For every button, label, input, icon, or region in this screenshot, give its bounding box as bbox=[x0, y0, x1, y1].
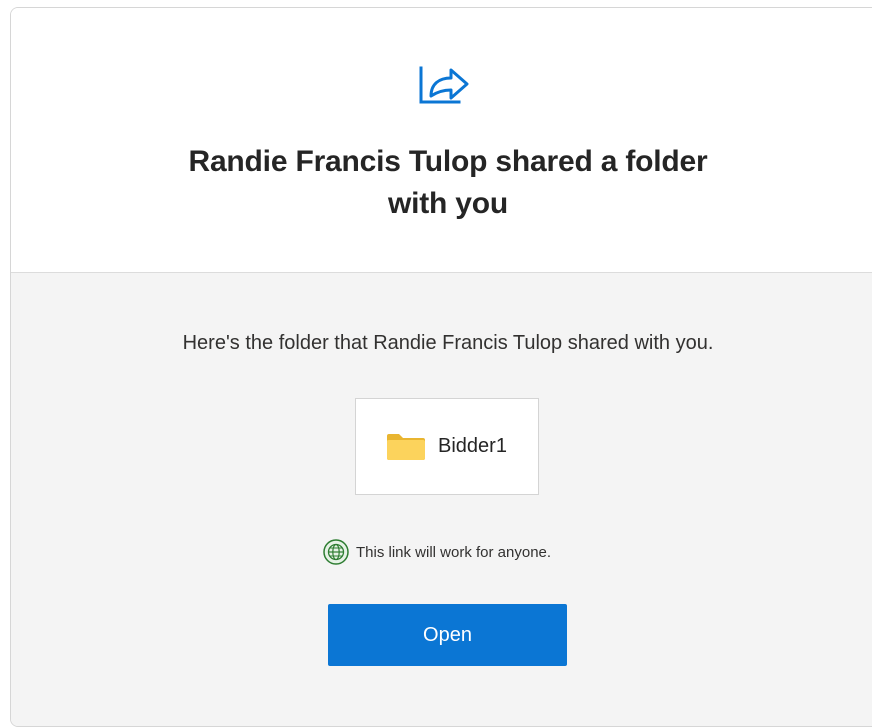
title-line-1: Randie Francis Tulop shared a folder bbox=[188, 145, 708, 178]
share-icon bbox=[419, 66, 469, 104]
share-notification-card: Randie Francis Tulop shared a folder wit… bbox=[10, 7, 872, 727]
folder-tile[interactable]: Bidder1 bbox=[355, 398, 539, 495]
folder-name: Bidder1 bbox=[438, 435, 507, 457]
card-header: Randie Francis Tulop shared a folder wit… bbox=[11, 8, 872, 273]
link-note-text: This link will work for anyone. bbox=[356, 543, 552, 561]
open-button[interactable]: Open bbox=[328, 604, 567, 666]
folder-icon bbox=[387, 433, 425, 460]
page-title: Randie Francis Tulop shared a folder wit… bbox=[11, 141, 872, 225]
share-message: Here's the folder that Randie Francis Tu… bbox=[182, 332, 714, 354]
card-body: Here's the folder that Randie Francis Tu… bbox=[11, 273, 872, 726]
title-line-2: with you bbox=[387, 187, 509, 220]
link-permission-note: This link will work for anyone. bbox=[323, 539, 551, 565]
globe-icon bbox=[323, 539, 349, 565]
